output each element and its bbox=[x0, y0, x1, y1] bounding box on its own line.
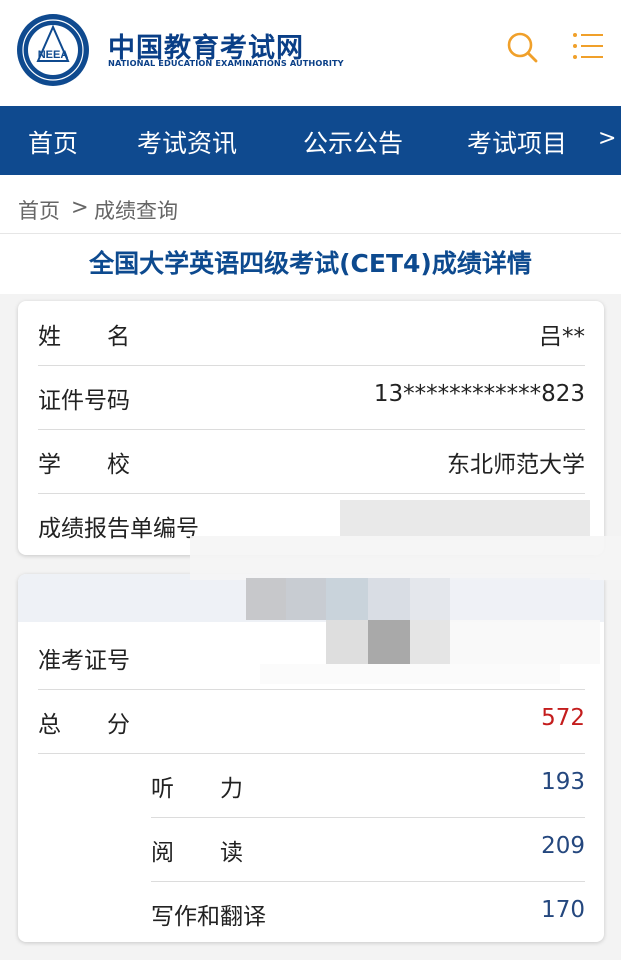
breadcrumb-current: 成绩查询 bbox=[94, 199, 178, 223]
total-score-value: 572 bbox=[541, 705, 585, 731]
page-title: 全国大学英语四级考试(CET4)成绩详情 bbox=[89, 249, 532, 278]
nav-more-arrow[interactable]: > bbox=[598, 126, 616, 151]
nav-item-exam-projects[interactable]: 考试项目 bbox=[467, 124, 567, 160]
breadcrumb-home[interactable]: 首页 bbox=[18, 195, 60, 225]
neea-logo[interactable]: NEEA bbox=[16, 13, 90, 87]
reading-value: 209 bbox=[541, 833, 585, 859]
listening-row: 听 力 193 bbox=[151, 753, 585, 818]
nav-item-exam-news[interactable]: 考试资讯 bbox=[137, 124, 237, 160]
site-header: NEEA 中国教育考试网 NATIONAL EDUCATION EXAMINAT… bbox=[0, 0, 621, 106]
privacy-mosaic bbox=[190, 488, 621, 688]
site-subtitle: NATIONAL EDUCATION EXAMINATIONS AUTHORIT… bbox=[108, 58, 344, 68]
school-row: 学 校 东北师范大学 bbox=[38, 429, 585, 494]
id-label: 证件号码 bbox=[38, 388, 130, 414]
reading-row: 阅 读 209 bbox=[151, 817, 585, 882]
writing-row: 写作和翻译 170 bbox=[151, 881, 585, 945]
listening-label: 听 力 bbox=[151, 776, 243, 802]
logo-text: NEEA bbox=[38, 49, 69, 61]
nav-item-home[interactable]: 首页 bbox=[28, 124, 78, 160]
listening-value: 193 bbox=[541, 769, 585, 795]
name-label: 姓 名 bbox=[38, 324, 130, 350]
school-value: 东北师范大学 bbox=[447, 452, 585, 478]
total-score-row: 总 分 572 bbox=[38, 689, 585, 754]
breadcrumb-separator: > bbox=[71, 195, 89, 219]
admission-label: 准考证号 bbox=[38, 648, 130, 674]
search-icon[interactable] bbox=[505, 30, 539, 64]
main-nav: 首页 考试资讯 公示公告 考试项目 > bbox=[0, 106, 621, 175]
name-row: 姓 名 吕** bbox=[38, 301, 585, 366]
writing-label: 写作和翻译 bbox=[151, 904, 266, 930]
nav-item-announcements[interactable]: 公示公告 bbox=[303, 124, 403, 160]
breadcrumb: 首页 > 成绩查询 bbox=[0, 175, 621, 234]
report-number-label: 成绩报告单编号 bbox=[38, 516, 199, 542]
reading-label: 阅 读 bbox=[151, 840, 243, 866]
school-label: 学 校 bbox=[38, 452, 130, 478]
writing-value: 170 bbox=[541, 897, 585, 923]
id-row: 证件号码 13************823 bbox=[38, 365, 585, 430]
menu-icon[interactable] bbox=[572, 31, 604, 61]
title-area: 全国大学英语四级考试(CET4)成绩详情 bbox=[0, 234, 621, 294]
name-value: 吕** bbox=[539, 324, 585, 350]
id-value: 13************823 bbox=[373, 381, 585, 407]
total-score-label: 总 分 bbox=[38, 712, 130, 738]
